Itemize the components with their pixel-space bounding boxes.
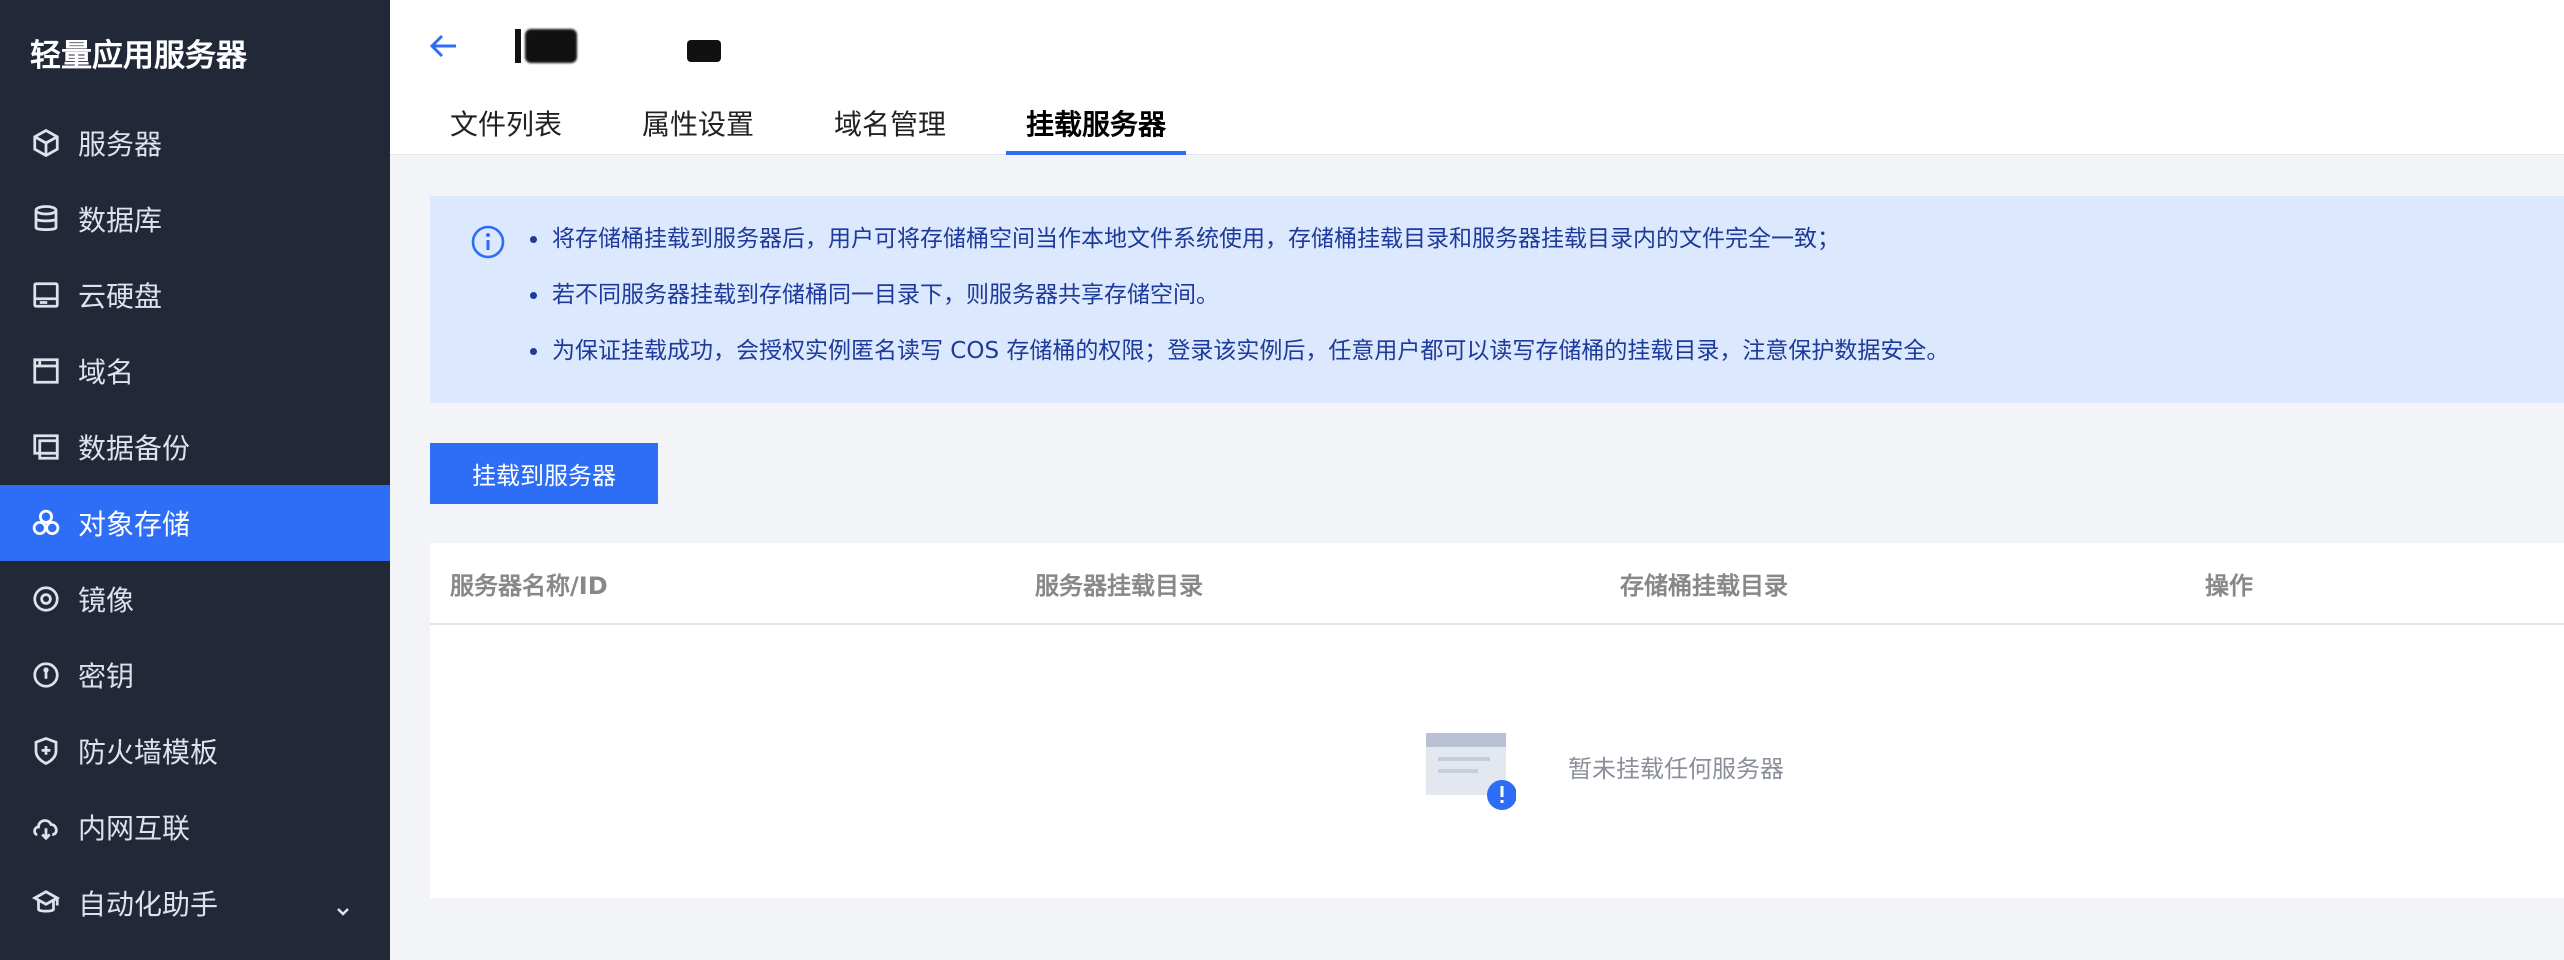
tab-domain-management[interactable]: 域名管理 bbox=[834, 100, 946, 155]
page-header: 文件列表 属性设置 域名管理 挂载服务器 bbox=[390, 0, 2564, 155]
tab-property-settings[interactable]: 属性设置 bbox=[642, 100, 754, 155]
column-header-bucket-mount-dir: 存储桶挂载目录 bbox=[1620, 572, 1788, 600]
notice-item: 为保证挂载成功，会授权实例匿名读写 COS 存储桶的权限；登录该实例后，任意用户… bbox=[530, 336, 1949, 392]
cube-icon bbox=[30, 127, 62, 159]
sidebar-item-label: 域名 bbox=[78, 356, 135, 389]
notice-list: 将存储桶挂载到服务器后，用户可将存储桶空间当作本地文件系统使用，存储桶挂载目录和… bbox=[530, 224, 1949, 392]
sidebar-item-label: 数据库 bbox=[78, 204, 163, 237]
sidebar-item-servers[interactable]: 服务器 bbox=[0, 105, 390, 181]
column-header-server-mount-dir: 服务器挂载目录 bbox=[1035, 572, 1203, 600]
redacted-block bbox=[515, 29, 521, 63]
redacted-block bbox=[687, 40, 721, 62]
sidebar-item-backup[interactable]: 数据备份 bbox=[0, 409, 390, 485]
instance-name-redacted bbox=[515, 26, 721, 66]
sidebar-item-label: 防火墙模板 bbox=[78, 736, 219, 769]
chevron-down-icon[interactable] bbox=[334, 894, 352, 916]
redacted-block bbox=[525, 29, 577, 63]
disk-icon bbox=[30, 279, 62, 311]
key-icon bbox=[30, 659, 62, 691]
table-header: 服务器名称/ID 服务器挂载目录 存储桶挂载目录 操作 bbox=[430, 543, 2564, 625]
empty-state: 暂未挂载任何服务器 bbox=[430, 627, 2564, 898]
mount-to-server-button[interactable]: 挂载到服务器 bbox=[430, 443, 658, 504]
sidebar-item-label: 自动化助手 bbox=[78, 888, 219, 921]
object-storage-icon bbox=[30, 507, 62, 539]
automation-icon bbox=[30, 887, 62, 919]
backup-icon bbox=[30, 431, 62, 463]
sidebar: 轻量应用服务器 服务器 数据库 云硬盘 域名 数据备份 对象存储 镜像 密钥 防… bbox=[0, 0, 390, 960]
sidebar-item-label: 内网互联 bbox=[78, 812, 191, 845]
sidebar-item-label: 数据备份 bbox=[78, 432, 191, 465]
notice-item: 若不同服务器挂载到存储桶同一目录下，则服务器共享存储空间。 bbox=[530, 280, 1949, 336]
sidebar-item-cloud-disk[interactable]: 云硬盘 bbox=[0, 257, 390, 333]
empty-state-text: 暂未挂载任何服务器 bbox=[1568, 755, 1784, 783]
sidebar-item-network[interactable]: 内网互联 bbox=[0, 789, 390, 865]
app-title: 轻量应用服务器 bbox=[30, 38, 247, 74]
sidebar-item-automation[interactable]: 自动化助手 bbox=[0, 865, 390, 941]
sidebar-item-label: 密钥 bbox=[78, 660, 135, 693]
tab-mount-server[interactable]: 挂载服务器 bbox=[1006, 100, 1187, 155]
notice-item: 将存储桶挂载到服务器后，用户可将存储桶空间当作本地文件系统使用，存储桶挂载目录和… bbox=[530, 224, 1949, 280]
sidebar-item-label: 镜像 bbox=[78, 584, 135, 617]
sidebar-item-label: 对象存储 bbox=[78, 508, 191, 541]
domain-icon bbox=[30, 355, 62, 387]
back-arrow-icon[interactable] bbox=[426, 28, 466, 68]
sidebar-item-label: 云硬盘 bbox=[78, 280, 163, 313]
sidebar-item-key[interactable]: 密钥 bbox=[0, 637, 390, 713]
database-icon bbox=[30, 203, 62, 235]
firewall-icon bbox=[30, 735, 62, 767]
mount-table: 服务器名称/ID 服务器挂载目录 存储桶挂载目录 操作 暂未挂载任何服务器 bbox=[430, 543, 2564, 898]
info-notice: 将存储桶挂载到服务器后，用户可将存储桶空间当作本地文件系统使用，存储桶挂载目录和… bbox=[430, 196, 2564, 403]
sidebar-item-database[interactable]: 数据库 bbox=[0, 181, 390, 257]
sidebar-item-object-storage[interactable]: 对象存储 bbox=[0, 485, 390, 561]
column-header-actions: 操作 bbox=[2205, 572, 2253, 600]
image-icon bbox=[30, 583, 62, 615]
tab-file-list[interactable]: 文件列表 bbox=[450, 100, 562, 155]
column-header-server-name: 服务器名称/ID bbox=[450, 572, 608, 600]
tab-bar: 文件列表 属性设置 域名管理 挂载服务器 bbox=[390, 100, 1187, 155]
sidebar-item-label: 服务器 bbox=[78, 128, 163, 161]
sidebar-item-image[interactable]: 镜像 bbox=[0, 561, 390, 637]
sidebar-item-firewall[interactable]: 防火墙模板 bbox=[0, 713, 390, 789]
info-icon bbox=[470, 224, 506, 260]
empty-document-icon bbox=[1426, 731, 1517, 811]
sidebar-item-domain[interactable]: 域名 bbox=[0, 333, 390, 409]
network-icon bbox=[30, 811, 62, 843]
